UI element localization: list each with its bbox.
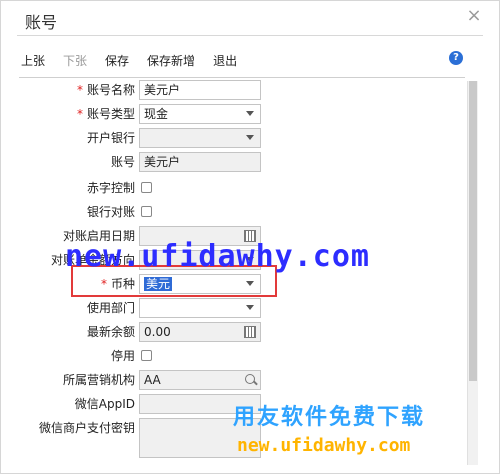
watermark-chinese: 用友软件免费下载 (233, 405, 426, 430)
row-account-type: * 账号类型 现金 (19, 102, 465, 126)
title-divider (17, 35, 483, 36)
save-new-button[interactable]: 保存新增 (147, 52, 195, 69)
vertical-scrollbar[interactable] (467, 81, 478, 465)
account-dialog: 账号 × 上张 下张 保存 保存新增 退出 ? * 账号名称 美元户 * 账号类型 … (0, 0, 500, 474)
red-control-checkbox[interactable] (141, 182, 152, 193)
balance-label: 最新余额 (86, 325, 135, 339)
wechat-key-label: 微信商户支付密钥 (38, 421, 135, 435)
wechat-appid-label: 微信AppID (74, 397, 135, 411)
account-name-label: 账号名称 (86, 83, 135, 97)
bank-select[interactable] (139, 128, 261, 148)
account-type-label: 账号类型 (86, 107, 135, 121)
row-account-no: 账号 美元户 (19, 150, 465, 174)
department-label: 使用部门 (86, 301, 135, 315)
account-no-input[interactable]: 美元户 (139, 152, 261, 172)
row-org: 所属营销机构 AA (19, 368, 465, 392)
row-balance: 最新余额 0.00 (19, 320, 465, 344)
bank-reconcile-label: 银行对账 (86, 205, 135, 219)
account-name-input[interactable]: 美元户 (139, 80, 261, 100)
row-disabled: 停用 (19, 344, 465, 368)
balance-input[interactable]: 0.00 (139, 322, 261, 342)
org-input[interactable]: AA (139, 370, 261, 390)
department-select[interactable] (139, 298, 261, 318)
account-no-label: 账号 (110, 155, 135, 169)
save-button[interactable]: 保存 (105, 52, 129, 69)
row-account-name: * 账号名称 美元户 (19, 78, 465, 102)
chevron-down-icon[interactable] (246, 111, 254, 116)
org-value: AA (144, 373, 161, 387)
prev-button[interactable]: 上张 (21, 52, 45, 69)
close-icon[interactable]: × (465, 7, 483, 25)
next-button[interactable]: 下张 (63, 52, 87, 69)
row-bank-reconcile: 银行对账 (19, 200, 465, 224)
required-mark: * (76, 107, 83, 121)
account-type-select[interactable]: 现金 (139, 104, 261, 124)
chevron-down-icon[interactable] (246, 135, 254, 140)
row-department: 使用部门 (19, 296, 465, 320)
row-bank: 开户银行 (19, 126, 465, 150)
balance-value: 0.00 (144, 325, 171, 339)
calculator-icon[interactable] (244, 326, 256, 338)
help-icon[interactable]: ? (449, 51, 463, 65)
disabled-checkbox[interactable] (141, 350, 152, 361)
required-mark: * (76, 83, 83, 97)
disabled-label: 停用 (110, 349, 135, 363)
chevron-down-icon[interactable] (246, 305, 254, 310)
dialog-title: 账号 (25, 13, 58, 32)
row-red-control: 赤字控制 (19, 176, 465, 200)
red-control-label: 赤字控制 (86, 181, 135, 195)
toolbar: 上张 下张 保存 保存新增 退出 (21, 45, 475, 75)
watermark-url-large: new.ufidawhy.com (65, 239, 370, 274)
watermark-url-small: new.ufidawhy.com (237, 435, 411, 456)
bank-reconcile-checkbox[interactable] (141, 206, 152, 217)
scrollbar-thumb[interactable] (469, 81, 477, 381)
account-type-value: 现金 (144, 107, 169, 121)
exit-button[interactable]: 退出 (213, 52, 237, 69)
org-label: 所属营销机构 (62, 373, 135, 387)
bank-label: 开户银行 (86, 131, 135, 145)
search-icon[interactable] (245, 374, 255, 384)
